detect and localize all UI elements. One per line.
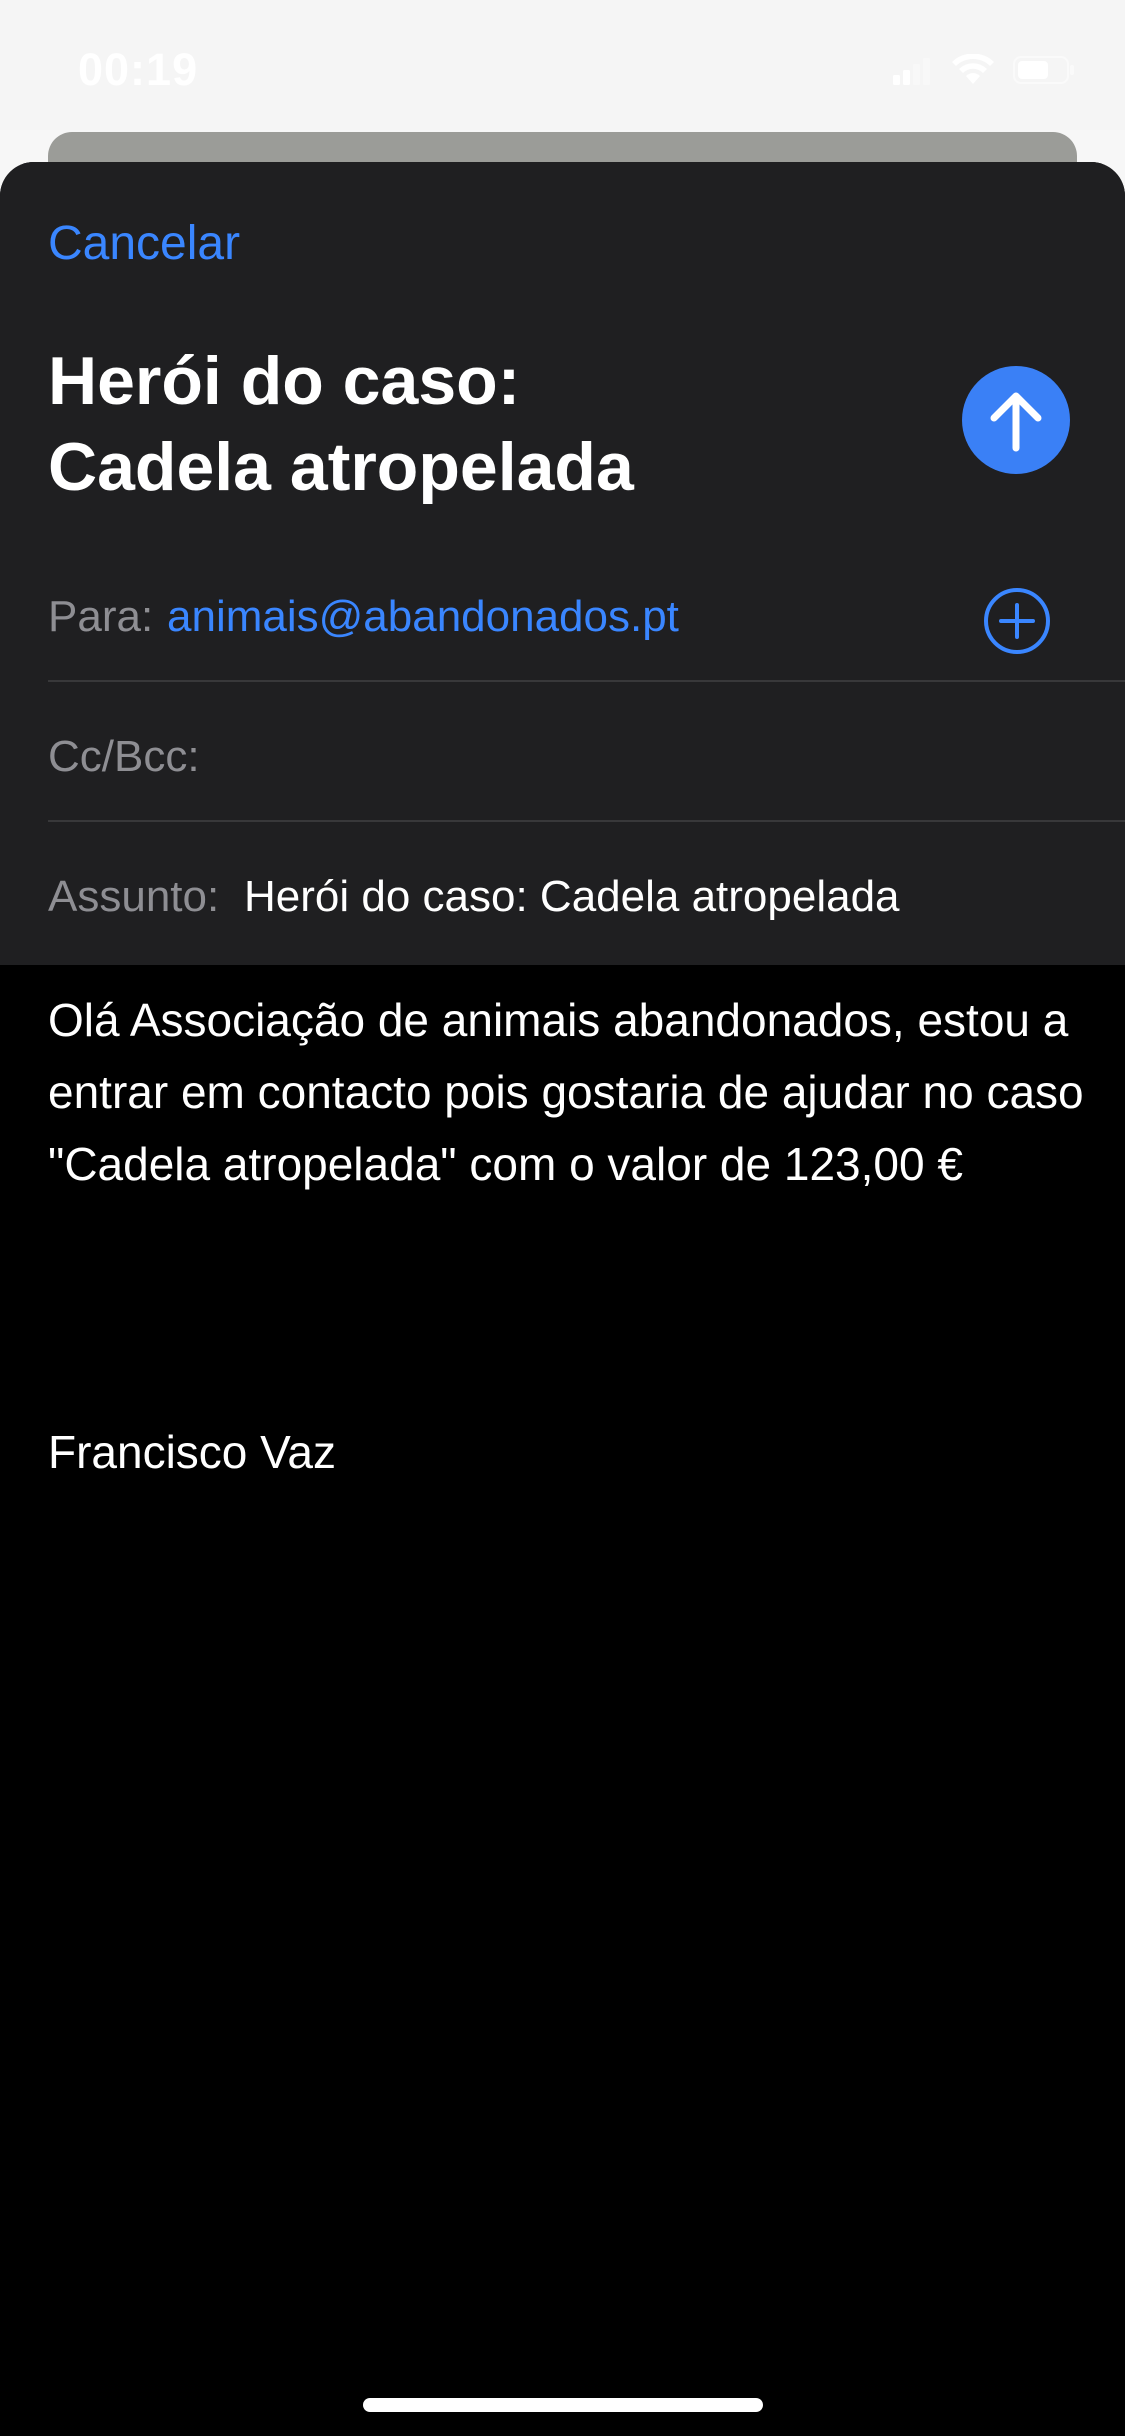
home-indicator: [363, 2398, 763, 2412]
subject-value[interactable]: Herói do caso: Cadela atropelada: [244, 872, 900, 922]
status-icons: [893, 50, 1075, 90]
to-label-text: Para:: [48, 592, 154, 641]
send-button[interactable]: [962, 366, 1070, 474]
status-bar: 00:19: [0, 0, 1125, 130]
to-field[interactable]: Para: animais@abandonados.pt: [48, 542, 1125, 682]
status-time: 00:19: [78, 44, 199, 95]
compose-header: Cancelar Herói do caso: Cadela atropelad…: [0, 162, 1125, 965]
cc-bcc-field[interactable]: Cc/Bcc:: [48, 682, 1125, 822]
mail-compose-screen: 00:19 Cancelar Herói do caso: Cadela atr…: [0, 0, 1125, 2436]
compose-title: Herói do caso: Cadela atropelada: [48, 343, 634, 505]
to-recipient[interactable]: animais@abandonados.pt: [167, 592, 679, 642]
compose-sheet: Cancelar Herói do caso: Cadela atropelad…: [0, 162, 1125, 2436]
cc-bcc-label: Cc/Bcc:: [48, 732, 200, 781]
arrow-up-icon: [990, 392, 1042, 452]
signal-icon: [893, 58, 930, 85]
message-signature[interactable]: Francisco Vaz: [48, 1416, 336, 1488]
plus-circle-icon[interactable]: [982, 586, 1052, 656]
subject-field[interactable]: Assunto: Herói do caso: Cadela atropelad…: [48, 822, 1125, 962]
message-body[interactable]: Olá Associação de animais abandonados, e…: [48, 984, 1088, 1200]
subject-label: Assunto:: [48, 872, 220, 921]
battery-icon: [1013, 56, 1074, 84]
wifi-icon: [952, 54, 994, 84]
cancel-button[interactable]: Cancelar: [48, 216, 240, 271]
